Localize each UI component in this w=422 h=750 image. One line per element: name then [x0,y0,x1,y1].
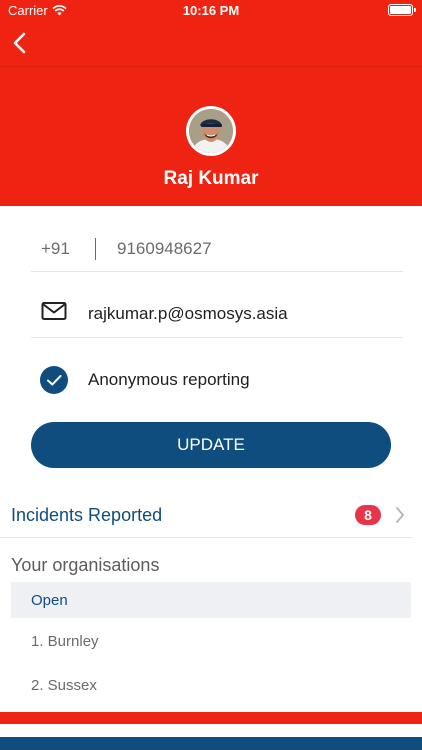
incidents-reported-label: Incidents Reported [11,505,163,525]
organisations-group-label: Open [31,592,68,609]
chevron-right-icon [396,507,404,523]
back-button[interactable] [8,28,34,58]
chevron-left-icon [13,32,26,54]
email-value[interactable]: rajkumar.p@osmosys.asia [88,304,288,324]
checkmark-icon[interactable] [40,366,68,394]
phone-field[interactable]: +91 9160948627 [31,228,403,272]
country-code[interactable]: +91 [41,239,70,259]
organisation-item[interactable]: 2. Sussex [31,677,97,694]
incidents-count-badge: 8 [355,505,381,525]
email-field[interactable]: rajkumar.p@osmosys.asia [31,292,403,338]
organisation-item[interactable]: 1. Burnley [31,633,99,650]
user-photo [189,109,233,153]
phone-separator [95,238,96,260]
status-time: 10:16 PM [182,3,240,18]
update-button[interactable]: UPDATE [31,422,391,468]
organisations-group-header: Open [11,582,411,618]
incidents-reported-row[interactable]: Incidents Reported 8 [0,496,412,538]
footer-red-stripe [0,712,422,724]
phone-number[interactable]: 9160948627 [117,239,212,259]
anonymous-reporting-label: Anonymous reporting [88,370,250,389]
organisations-title: Your organisations [11,555,160,575]
avatar [186,106,236,156]
battery-icon [388,4,416,16]
mail-icon [41,302,67,320]
footer-blue-stripe [0,737,422,750]
anonymous-reporting-checkbox[interactable]: Anonymous reporting [31,362,403,398]
header-divider [0,66,422,67]
profile-header: Carrier 10:16 PM Raj Kumar [0,0,422,206]
user-name: Raj Kumar [163,168,259,189]
status-bar: Carrier 10:16 PM [0,0,422,22]
